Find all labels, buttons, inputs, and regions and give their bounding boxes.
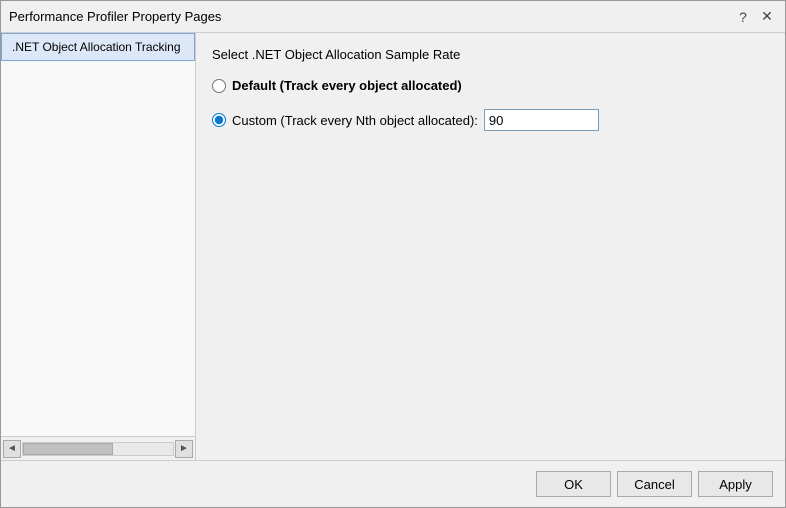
close-button[interactable]: ✕: [757, 7, 777, 27]
dialog-footer: OK Cancel Apply: [1, 460, 785, 507]
scroll-right-arrow[interactable]: ►: [175, 440, 193, 458]
ok-button[interactable]: OK: [536, 471, 611, 497]
option-default-row: Default (Track every object allocated): [212, 78, 769, 93]
option-custom-row: Custom (Track every Nth object allocated…: [212, 109, 769, 131]
title-bar-controls: ? ✕: [733, 7, 777, 27]
scroll-track[interactable]: [22, 442, 174, 456]
sidebar-scroll-area: [1, 61, 195, 436]
title-bar: Performance Profiler Property Pages ? ✕: [1, 1, 785, 33]
apply-button[interactable]: Apply: [698, 471, 773, 497]
sidebar-scrollbar: ◄ ►: [1, 436, 195, 460]
dialog-window: Performance Profiler Property Pages ? ✕ …: [0, 0, 786, 508]
sidebar: .NET Object Allocation Tracking ◄ ►: [1, 33, 196, 460]
scroll-left-arrow[interactable]: ◄: [3, 440, 21, 458]
option-default-label[interactable]: Default (Track every object allocated): [232, 78, 462, 93]
window-title: Performance Profiler Property Pages: [9, 9, 221, 24]
option-custom-label[interactable]: Custom (Track every Nth object allocated…: [232, 113, 478, 128]
scroll-thumb: [23, 443, 113, 455]
custom-value-input[interactable]: [484, 109, 599, 131]
dialog-body: .NET Object Allocation Tracking ◄ ► Sele…: [1, 33, 785, 460]
content-area: Select .NET Object Allocation Sample Rat…: [196, 33, 785, 460]
cancel-button[interactable]: Cancel: [617, 471, 692, 497]
radio-custom[interactable]: [212, 113, 226, 127]
sidebar-item-net-allocation[interactable]: .NET Object Allocation Tracking: [1, 33, 195, 61]
radio-default[interactable]: [212, 79, 226, 93]
help-button[interactable]: ?: [733, 7, 753, 27]
section-title: Select .NET Object Allocation Sample Rat…: [212, 47, 769, 62]
